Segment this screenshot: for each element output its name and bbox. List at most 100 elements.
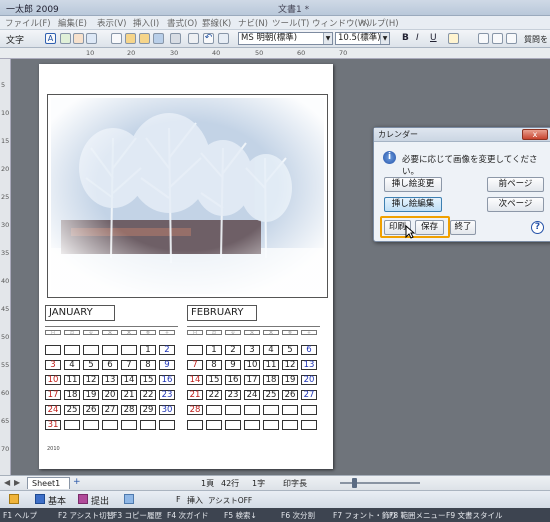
calendar-day-cell[interactable]: 3 (244, 345, 260, 355)
calendar-day-cell[interactable] (64, 420, 80, 430)
calendar-day-cell[interactable]: 14 (187, 375, 203, 385)
calendar-day-cell[interactable]: 27 (301, 390, 317, 400)
open-recent-icon[interactable] (139, 33, 150, 44)
font-name-select[interactable]: MS 明朝(標準) ▼ (238, 32, 333, 45)
calendar-day-cell[interactable]: 10 (45, 375, 61, 385)
calendar-day-cell[interactable]: 28 (121, 405, 137, 415)
calendar-day-cell[interactable]: 1 (140, 345, 156, 355)
eraser-icon[interactable] (86, 33, 97, 44)
menu-file[interactable]: ファイル(F) (5, 17, 51, 29)
calendar-day-cell[interactable]: 4 (64, 360, 80, 370)
submit-icon[interactable] (78, 494, 88, 504)
calendar-day-cell[interactable]: 21 (121, 390, 137, 400)
align-right-icon[interactable] (506, 33, 517, 44)
calendar-day-cell[interactable]: 26 (282, 390, 298, 400)
calendar-day-cell[interactable] (225, 405, 241, 415)
calendar-day-cell[interactable]: 14 (121, 375, 137, 385)
calendar-day-cell[interactable] (102, 420, 118, 430)
f1-key[interactable]: F1 ヘルプ (3, 510, 37, 521)
calendar-day-cell[interactable]: 5 (282, 345, 298, 355)
calendar-day-cell[interactable]: 15 (140, 375, 156, 385)
calendar-day-cell[interactable]: 19 (83, 390, 99, 400)
calendar-day-cell[interactable]: 1 (206, 345, 222, 355)
calendar-day-cell[interactable]: 5 (83, 360, 99, 370)
calendar-day-cell[interactable]: 11 (263, 360, 279, 370)
calendar-day-cell[interactable] (263, 420, 279, 430)
pen-icon[interactable] (60, 33, 71, 44)
calendar-day-cell[interactable]: 7 (121, 360, 137, 370)
snowy-trees-image[interactable] (51, 98, 324, 294)
menu-tools[interactable]: ツール(T) (272, 17, 309, 29)
align-center-icon[interactable] (492, 33, 503, 44)
calendar-day-cell[interactable] (301, 405, 317, 415)
f8-key[interactable]: F8 範囲メニュー (389, 510, 445, 521)
calendar-day-cell[interactable]: 17 (244, 375, 260, 385)
basic-icon[interactable] (35, 494, 45, 504)
calendar-day-cell[interactable]: 17 (45, 390, 61, 400)
calendar-day-cell[interactable]: 10 (244, 360, 260, 370)
calendar-day-cell[interactable]: 29 (140, 405, 156, 415)
add-sheet-icon[interactable]: + (73, 477, 81, 487)
align-left-icon[interactable] (478, 33, 489, 44)
calendar-day-cell[interactable]: 16 (225, 375, 241, 385)
calendar-day-cell[interactable] (159, 420, 175, 430)
calendar-day-cell[interactable]: 13 (301, 360, 317, 370)
prev-page-button[interactable]: 前ページ (487, 177, 544, 192)
submit-label[interactable]: 提出 (91, 494, 109, 507)
zoom-slider-thumb[interactable] (352, 478, 357, 488)
calendar-day-cell[interactable] (206, 420, 222, 430)
menu-ruled-lines[interactable]: 罫線(K) (202, 17, 231, 29)
underline-button[interactable]: U (430, 33, 437, 43)
save-disk-icon[interactable] (153, 33, 164, 44)
calendar-day-cell[interactable] (102, 345, 118, 355)
menu-navi[interactable]: ナビ(N) (238, 17, 268, 29)
assist-mode[interactable]: アシストOFF (208, 495, 252, 506)
next-page-button[interactable]: 次ページ (487, 197, 544, 212)
save-button[interactable]: 保存 (415, 220, 444, 235)
zoom-label[interactable]: 印字長 (283, 478, 307, 489)
open-folder-icon[interactable] (125, 33, 136, 44)
calendar-day-cell[interactable]: 18 (263, 375, 279, 385)
calendar-day-cell[interactable]: 8 (206, 360, 222, 370)
january-label-box[interactable]: JANUARY (45, 305, 115, 321)
calendar-day-cell[interactable]: 7 (187, 360, 203, 370)
menu-insert[interactable]: 挿入(I) (133, 17, 159, 29)
calendar-day-cell[interactable]: 22 (140, 390, 156, 400)
new-doc-icon[interactable] (111, 33, 122, 44)
f6-key[interactable]: F6 次分割 (281, 510, 315, 521)
calendar-day-cell[interactable]: 30 (159, 405, 175, 415)
calendar-day-cell[interactable]: 20 (301, 375, 317, 385)
calendar-day-cell[interactable]: 28 (187, 405, 203, 415)
calendar-day-cell[interactable]: 16 (159, 375, 175, 385)
calendar-day-cell[interactable]: 20 (102, 390, 118, 400)
calendar-day-cell[interactable] (187, 420, 203, 430)
calendar-day-cell[interactable] (121, 345, 137, 355)
insert-mode[interactable]: 挿入 (187, 495, 203, 506)
calendar-day-cell[interactable] (206, 405, 222, 415)
f2-key[interactable]: F2 アシスト切替 (58, 510, 114, 521)
undo-icon[interactable]: ↶ (203, 33, 214, 44)
f5-key[interactable]: F5 検索↓ (224, 510, 257, 521)
calendar-day-cell[interactable]: 8 (140, 360, 156, 370)
f3-key[interactable]: F3 コピー履歴 (113, 510, 162, 521)
calendar-day-cell[interactable] (45, 345, 61, 355)
calendar-day-cell[interactable]: 25 (64, 405, 80, 415)
calendar-day-cell[interactable]: 27 (102, 405, 118, 415)
calendar-day-cell[interactable] (244, 420, 260, 430)
photo-frame[interactable] (47, 94, 328, 298)
sheet-nav-left-icon[interactable]: ◀ (4, 478, 10, 487)
calendar-day-cell[interactable]: 2 (159, 345, 175, 355)
menu-help[interactable]: ヘルプ(H) (360, 17, 399, 29)
help-icon[interactable]: ? (531, 221, 544, 234)
calendar-day-cell[interactable]: 9 (159, 360, 175, 370)
calendar-day-cell[interactable]: 22 (206, 390, 222, 400)
font-color-a-icon[interactable]: A (45, 33, 56, 44)
calendar-day-cell[interactable]: 23 (159, 390, 175, 400)
palette-icon[interactable] (9, 494, 19, 504)
calendar-day-cell[interactable]: 2 (225, 345, 241, 355)
calendar-day-cell[interactable]: 21 (187, 390, 203, 400)
calendar-day-cell[interactable]: 26 (83, 405, 99, 415)
calendar-day-cell[interactable] (301, 420, 317, 430)
document-page[interactable]: JANUARY FEBRUARY 日月火水木金土 1 2 3 4 5 6 7 8 9 10 11 12 1… (39, 64, 333, 469)
calendar-day-cell[interactable] (187, 345, 203, 355)
